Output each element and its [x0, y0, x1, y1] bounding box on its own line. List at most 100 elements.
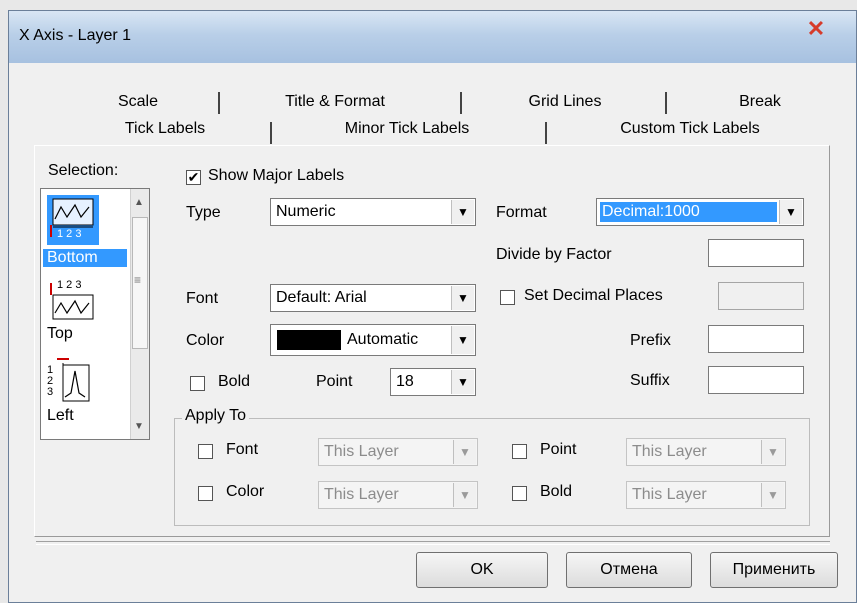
tab-label: Minor Tick Labels: [344, 120, 470, 137]
apply-font-select[interactable]: This Layer ▼: [318, 438, 478, 466]
chevron-down-icon[interactable]: ▼: [451, 326, 474, 354]
tab-label: Custom Tick Labels: [620, 120, 760, 137]
tab-divider: [460, 92, 462, 114]
suffix-input[interactable]: [708, 366, 804, 394]
set-decimal-places-checkbox[interactable]: [500, 290, 515, 305]
axis-top-icon: 1 2 3: [47, 279, 99, 325]
bold-label: Bold: [218, 373, 251, 390]
tab-label: Grid Lines: [528, 93, 602, 110]
point-select[interactable]: 18 ▼: [390, 368, 476, 396]
format-value: Decimal:1000: [602, 203, 700, 220]
chevron-down-icon[interactable]: ▼: [451, 370, 474, 394]
tab-label: Scale: [117, 93, 159, 110]
color-select[interactable]: Automatic ▼: [270, 324, 476, 356]
list-scrollbar[interactable]: ▲ ≡ ▼: [130, 189, 149, 439]
tick-numbers: 1 2 3: [57, 279, 82, 291]
divide-by-factor-label: Divide by Factor: [496, 246, 612, 263]
apply-point-value: This Layer: [632, 443, 707, 460]
selection-label: Selection:: [48, 162, 119, 179]
scroll-down-icon[interactable]: ▼: [134, 421, 144, 432]
tick-numbers: 1 2 3: [47, 364, 54, 398]
font-select[interactable]: Default: Arial ▼: [270, 284, 476, 312]
title-bar[interactable]: X Axis - Layer 1 ✕: [9, 11, 856, 63]
format-label: Format: [496, 204, 547, 221]
chevron-down-icon[interactable]: ▼: [451, 200, 474, 224]
tab-break[interactable]: Break: [680, 88, 840, 116]
apply-bold-value: This Layer: [632, 486, 707, 503]
show-major-labels-label: Show Major Labels: [208, 167, 345, 184]
tab-tick-labels[interactable]: Tick Labels: [70, 115, 260, 143]
apply-button[interactable]: Применить: [710, 552, 838, 588]
chevron-down-icon[interactable]: ▼: [761, 483, 784, 507]
axis-left-icon: 1 2 3: [47, 357, 99, 407]
apply-color-label: Color: [226, 483, 265, 500]
list-item-top[interactable]: 1 2 3 Top: [43, 277, 127, 353]
apply-to-group: [174, 418, 810, 526]
list-item-label: Left: [47, 407, 74, 424]
check-mark-icon: ✔: [187, 169, 200, 185]
cancel-button[interactable]: Отмена: [566, 552, 692, 588]
button-separator: [36, 541, 830, 545]
suffix-label: Suffix: [630, 372, 670, 389]
apply-font-checkbox[interactable]: [198, 444, 213, 459]
apply-bold-label: Bold: [540, 483, 573, 500]
list-item-label: Top: [47, 325, 73, 342]
divide-by-factor-input[interactable]: [708, 239, 804, 267]
color-swatch: [277, 330, 341, 350]
tab-divider: [270, 122, 272, 144]
apply-color-value: This Layer: [324, 486, 399, 503]
tab-divider: [218, 92, 220, 114]
show-major-labels-checkbox[interactable]: ✔: [186, 170, 201, 185]
format-select[interactable]: Decimal:1000 ▼: [596, 198, 804, 226]
point-label: Point: [316, 373, 353, 390]
font-value: Default: Arial: [276, 289, 367, 306]
list-item-left[interactable]: 1 2 3 Left: [43, 355, 127, 435]
tab-label: Break: [739, 93, 781, 110]
scroll-up-icon[interactable]: ▲: [134, 197, 144, 208]
tab-label: Tick Labels: [124, 120, 206, 137]
scroll-grip-icon: ≡: [134, 273, 142, 287]
apply-font-value: This Layer: [324, 443, 399, 460]
list-item-label: Bottom: [43, 249, 127, 267]
color-label: Color: [186, 332, 225, 349]
chevron-down-icon[interactable]: ▼: [779, 200, 802, 224]
list-item-bottom[interactable]: 1 2 3 Bottom: [43, 191, 127, 271]
point-value: 18: [396, 373, 414, 390]
bold-checkbox[interactable]: [190, 376, 205, 391]
tick-numbers: 1 2 3: [57, 228, 82, 240]
window-title: X Axis - Layer 1: [19, 27, 132, 44]
prefix-label: Prefix: [630, 332, 671, 349]
font-label: Font: [186, 290, 219, 307]
tab-divider: [545, 122, 547, 144]
apply-point-checkbox[interactable]: [512, 444, 527, 459]
tab-scale[interactable]: Scale: [68, 88, 208, 116]
apply-point-label: Point: [540, 441, 577, 458]
apply-point-select[interactable]: This Layer ▼: [626, 438, 786, 466]
ok-button[interactable]: OK: [416, 552, 548, 588]
chevron-down-icon[interactable]: ▼: [451, 286, 474, 310]
tab-title-format[interactable]: Title & Format: [230, 88, 440, 116]
close-icon[interactable]: ✕: [798, 17, 834, 41]
prefix-input[interactable]: [708, 325, 804, 353]
axis-bottom-icon: 1 2 3: [47, 195, 99, 245]
apply-bold-checkbox[interactable]: [512, 486, 527, 501]
type-select[interactable]: Numeric ▼: [270, 198, 476, 226]
type-label: Type: [186, 204, 221, 221]
chevron-down-icon[interactable]: ▼: [453, 440, 476, 464]
tab-minor-tick-labels[interactable]: Minor Tick Labels: [282, 115, 532, 143]
tab-custom-tick-labels[interactable]: Custom Tick Labels: [560, 115, 820, 143]
set-decimal-places-label: Set Decimal Places: [524, 287, 663, 304]
tab-label: Title & Format: [285, 93, 385, 110]
apply-color-checkbox[interactable]: [198, 486, 213, 501]
type-value: Numeric: [276, 203, 336, 220]
chevron-down-icon[interactable]: ▼: [761, 440, 784, 464]
decimal-places-input[interactable]: [718, 282, 804, 310]
selection-list[interactable]: 1 2 3 Bottom 1 2 3 Top 1 2 3 Left ▲ ≡ ▼: [40, 188, 150, 440]
chevron-down-icon[interactable]: ▼: [453, 483, 476, 507]
tab-divider: [665, 92, 667, 114]
tab-grid-lines[interactable]: Grid Lines: [475, 88, 655, 116]
apply-bold-select[interactable]: This Layer ▼: [626, 481, 786, 509]
apply-font-label: Font: [226, 441, 259, 458]
apply-to-title: Apply To: [182, 407, 250, 425]
apply-color-select[interactable]: This Layer ▼: [318, 481, 478, 509]
